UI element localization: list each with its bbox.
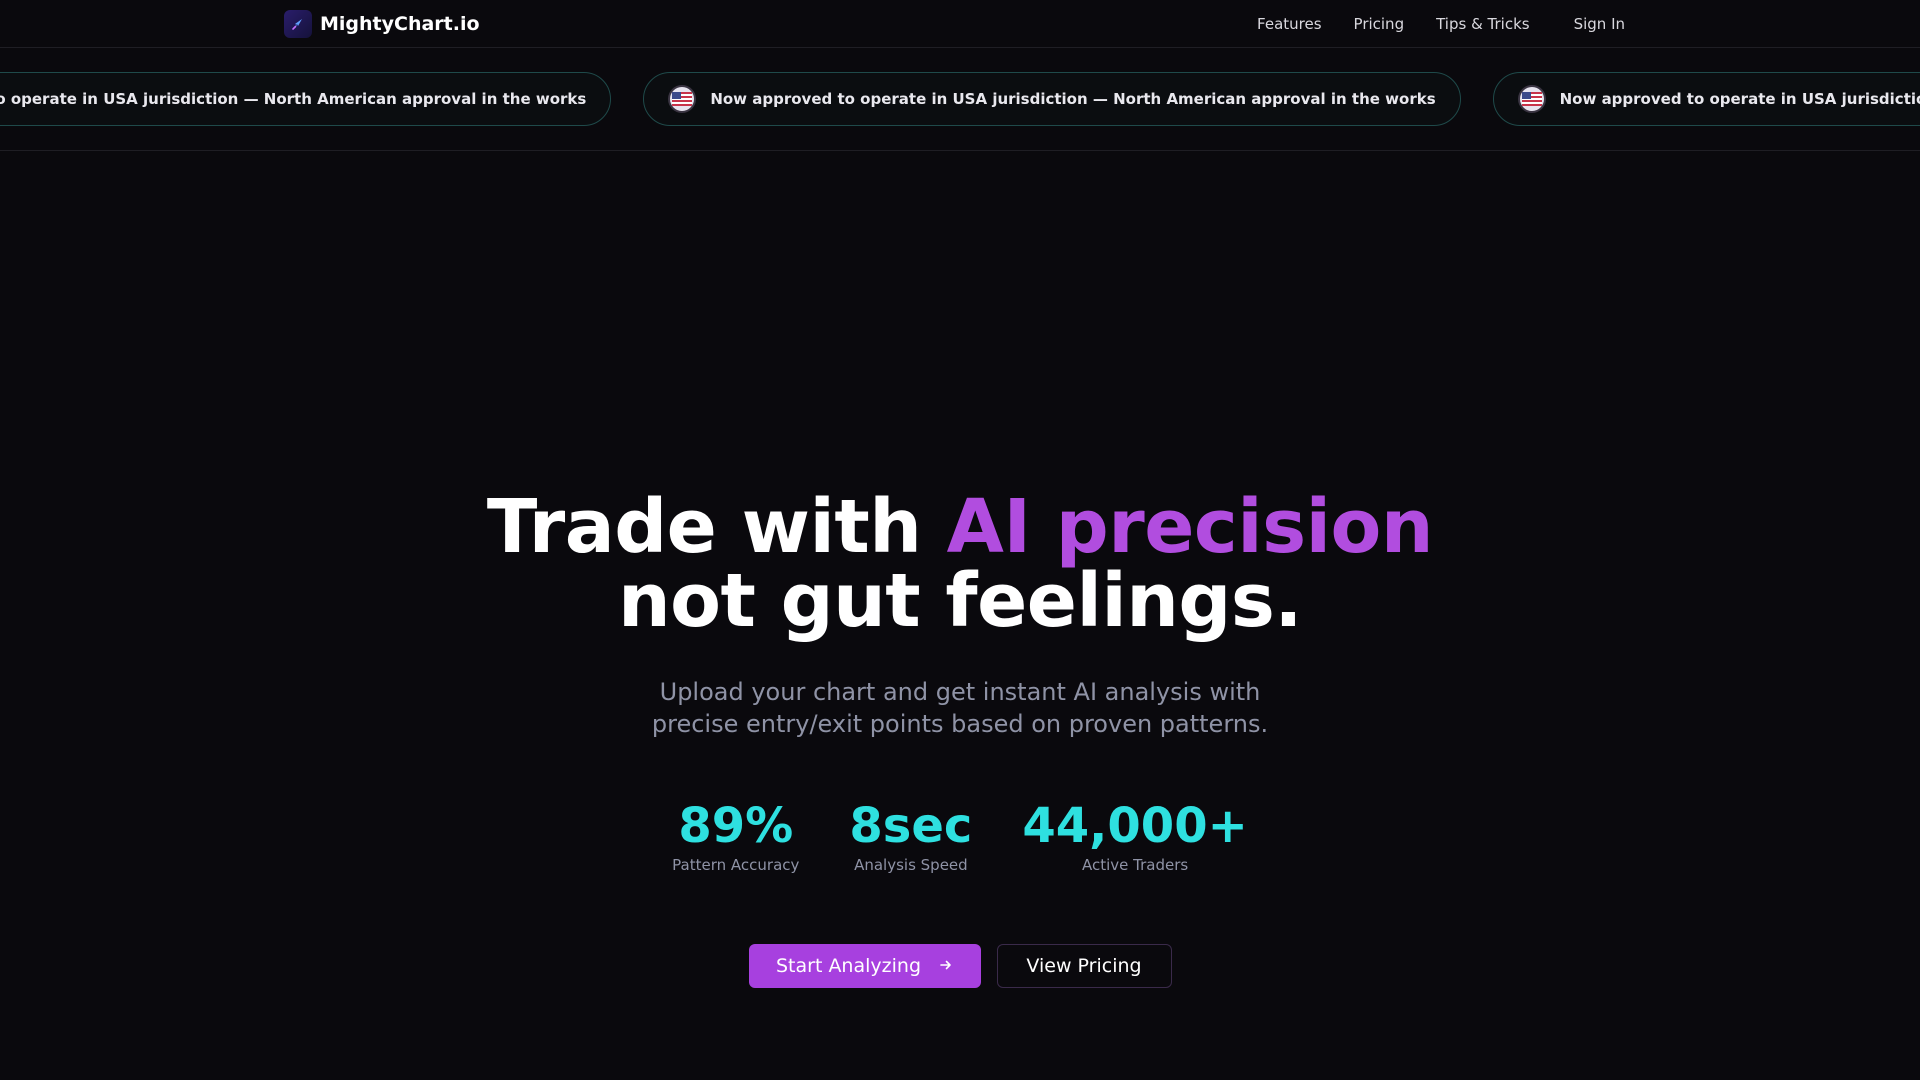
us-flag-icon <box>668 85 697 113</box>
ticker-text: Now approved to operate in USA jurisdict… <box>0 90 587 108</box>
ticker-text: Now approved to operate in USA jurisdict… <box>710 90 1436 108</box>
stat-value: 44,000+ <box>1022 798 1248 854</box>
start-analyzing-label: Start Analyzing <box>775 955 921 977</box>
stat-label: Analysis Speed <box>854 856 968 874</box>
stat-value: 8sec <box>849 798 973 854</box>
start-analyzing-button[interactable]: Start Analyzing <box>748 944 981 988</box>
brand-name: MightyChart.io <box>320 13 480 35</box>
subtitle-line2: precise entry/exit points based on prove… <box>651 710 1269 738</box>
stat-active-traders: 44,000+ Active Traders <box>1022 800 1247 874</box>
stat-pattern-accuracy: 89% Pattern Accuracy <box>672 800 799 874</box>
hero-subtitle: Upload your chart and get instant AI ana… <box>0 676 1920 740</box>
rocket-icon <box>284 10 312 38</box>
arrow-right-icon <box>939 955 953 977</box>
stats-row: 89% Pattern Accuracy 8sec Analysis Speed… <box>0 800 1920 874</box>
stat-label: Pattern Accuracy <box>672 856 800 874</box>
stat-label: Active Traders <box>1081 856 1189 874</box>
stat-value: 89% <box>678 798 794 854</box>
brand-link[interactable]: MightyChart.io <box>284 9 480 39</box>
us-flag-icon <box>1517 85 1546 113</box>
main-nav: Features Pricing Tips & Tricks Sign In <box>1225 0 1625 48</box>
ticker-item: Now approved to operate in USA jurisdict… <box>0 72 612 126</box>
ticker-item: Now approved to operate in USA jurisdict… <box>643 72 1461 126</box>
subtitle-line1: Upload your chart and get instant AI ana… <box>659 678 1261 706</box>
ticker-text: Now approved to operate in USA jurisdict… <box>1559 90 1920 108</box>
hero-section: Trade with AI precision not gut feelings… <box>0 490 1920 988</box>
headline-line2: not gut feelings. <box>617 558 1303 644</box>
nav-features-link[interactable]: Features <box>1257 15 1322 33</box>
top-navigation-bar: MightyChart.io Features Pricing Tips & T… <box>0 0 1920 48</box>
sign-in-link[interactable]: Sign In <box>1574 15 1625 33</box>
ticker-track: Now approved to operate in USA jurisdict… <box>0 72 1920 126</box>
nav-pricing-link[interactable]: Pricing <box>1354 15 1405 33</box>
nav-tips-link[interactable]: Tips & Tricks <box>1436 15 1529 33</box>
hero-headline: Trade with AI precision not gut feelings… <box>0 490 1920 638</box>
view-pricing-label: View Pricing <box>1026 955 1142 977</box>
view-pricing-button[interactable]: View Pricing <box>996 944 1172 988</box>
stat-analysis-speed: 8sec Analysis Speed <box>849 800 972 874</box>
announcement-ticker: Now approved to operate in USA jurisdict… <box>0 49 1920 151</box>
ticker-item: Now approved to operate in USA jurisdict… <box>1492 72 1920 126</box>
cta-row: Start Analyzing View Pricing <box>0 944 1920 988</box>
